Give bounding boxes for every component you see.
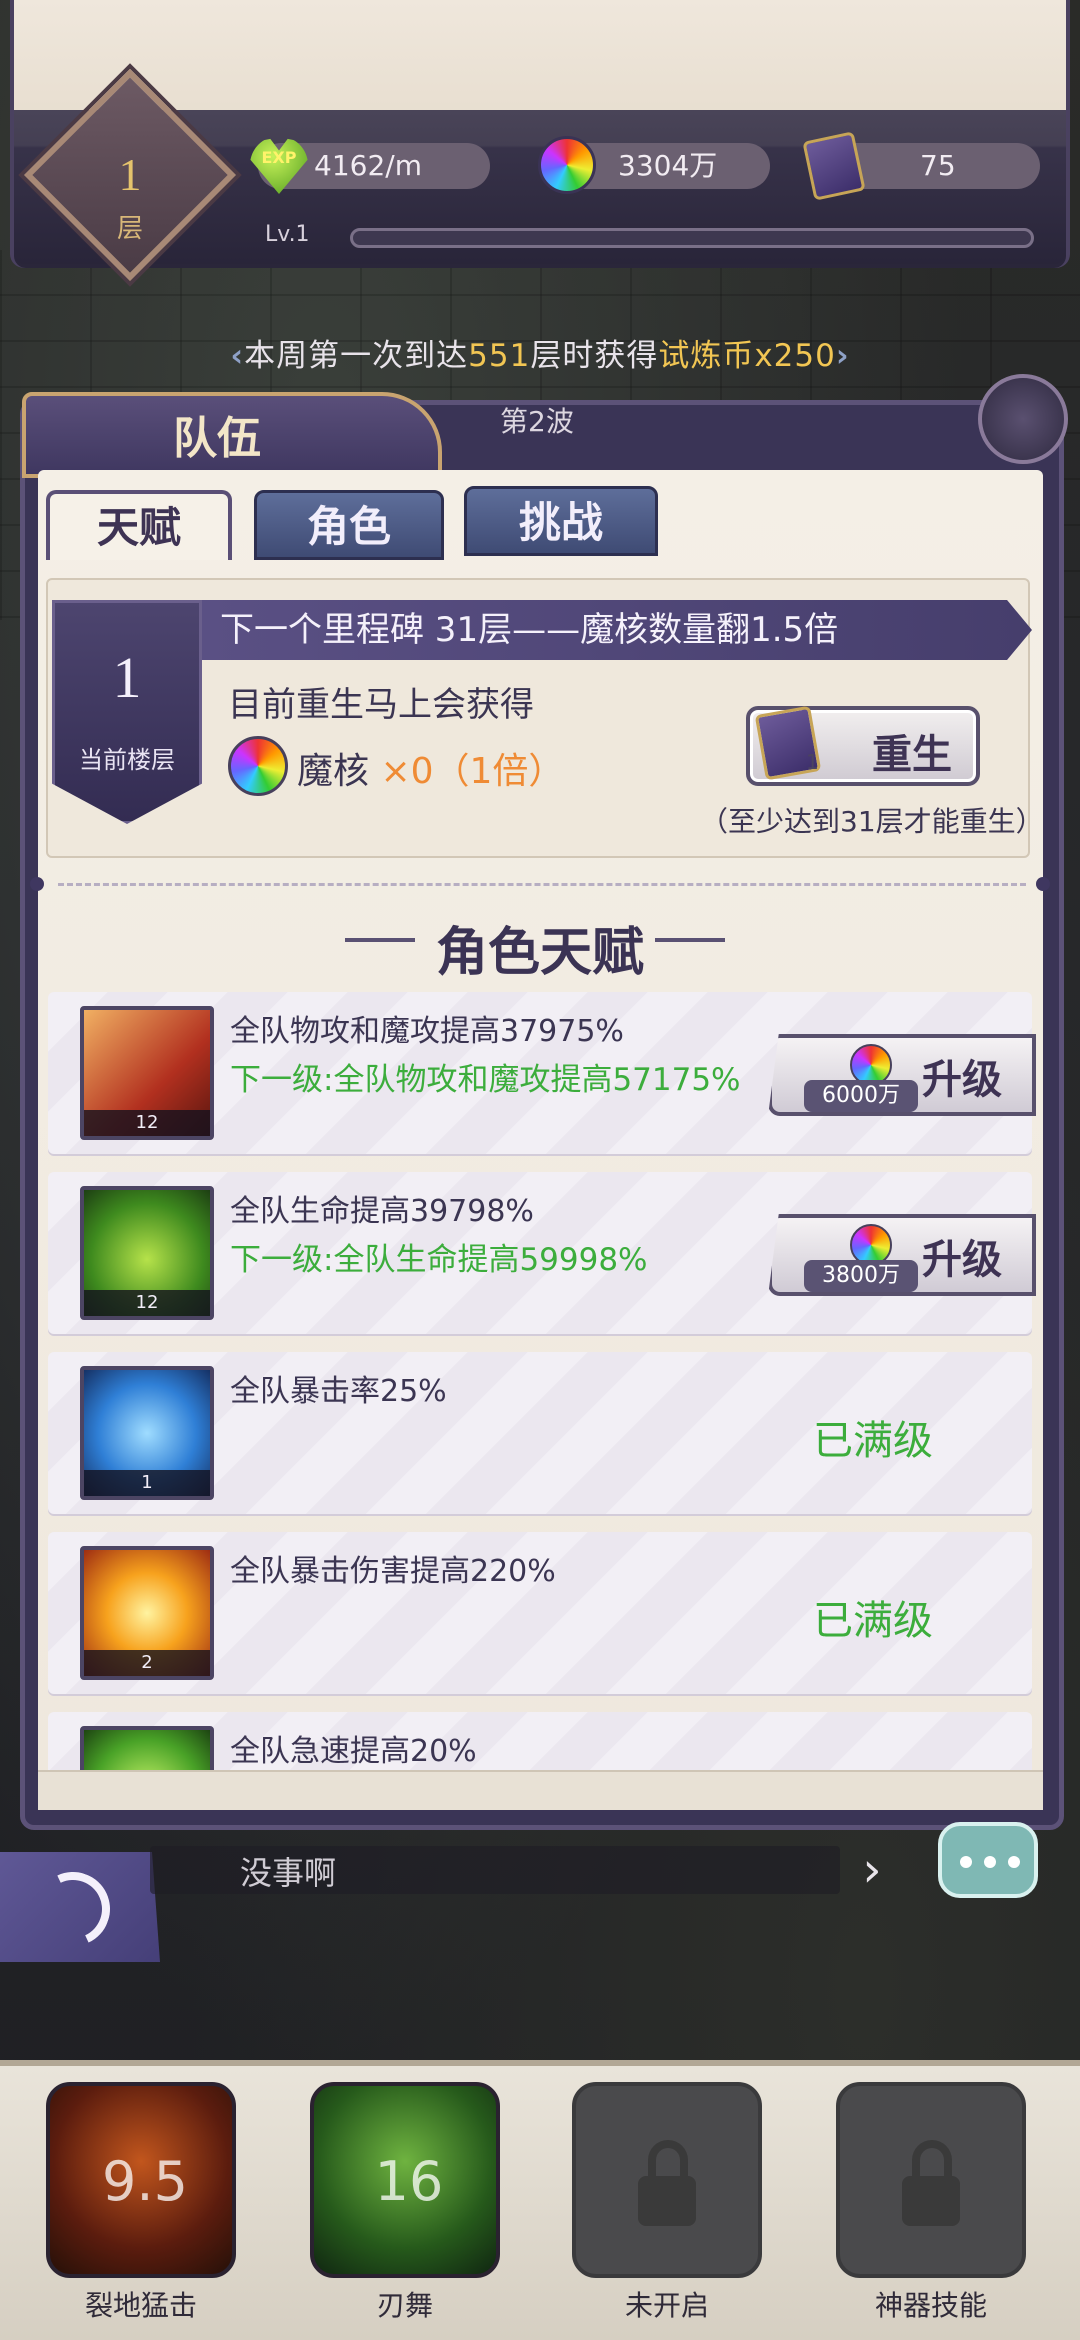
upgrade-label: 升级 (922, 1237, 1002, 1282)
divider-dot (1036, 877, 1050, 891)
core-gain-name: 魔核 (297, 751, 370, 792)
notice-floor: 551 (468, 338, 531, 374)
skill-cooldown: 9.5 (102, 2150, 188, 2213)
talent-row: 2 全队暴击伤害提高220% 已满级 (48, 1532, 1032, 1694)
lock-icon (638, 2176, 696, 2226)
current-floor-number: 1 (112, 645, 142, 710)
tab-talent[interactable]: 天赋 (46, 490, 232, 560)
chevron-right-icon[interactable]: › (842, 1842, 902, 1898)
talent-section-title: 角色天赋 (435, 925, 644, 982)
talent-maxed-label: 已满级 (813, 1418, 933, 1464)
upgrade-label: 升级 (922, 1057, 1002, 1102)
talent-level: 1 (84, 1470, 210, 1496)
talent-row: 全队急速提高20% (48, 1712, 1032, 1770)
book-count-value: 75 (920, 149, 956, 182)
divider-dot (30, 877, 44, 891)
rebirth-gain-title: 目前重生马上会获得 (228, 685, 534, 725)
talent-maxed-label: 已满级 (813, 1598, 933, 1644)
talent-description: 全队生命提高39798% (230, 1194, 534, 1229)
level-progress-bar (350, 228, 1034, 248)
magic-core-value: 3304万 (618, 149, 718, 182)
current-floor-label: 当前楼层 (79, 746, 175, 774)
magic-core-icon (538, 136, 596, 194)
talent-next-level: 下一级:全队物攻和魔攻提高57175% (230, 1062, 741, 1098)
lock-icon (912, 2140, 952, 2180)
bracket-left-icon: ‹ (230, 338, 245, 374)
notice-prefix: 本周第一次到达 (244, 338, 469, 374)
talent-row: 12 全队生命提高39798% 下一级:全队生命提高59998% 3800万 升… (48, 1172, 1036, 1334)
rebirth-button-label: 重生 (872, 732, 952, 777)
upgrade-cost: 3800万 (804, 1260, 918, 1292)
talent-level: 2 (84, 1650, 210, 1676)
lock-icon (902, 2176, 960, 2226)
skill-label: 神器技能 (874, 2289, 987, 2322)
skill-label: 刃舞 (376, 2289, 433, 2322)
rebirth-requirement: （至少达到31层才能重生） (700, 805, 1044, 838)
rebirth-book-count: 1 (806, 750, 819, 774)
floor-unit: 层 (116, 214, 143, 244)
tab-character[interactable]: 角色 (254, 490, 444, 560)
talent-level: 12 (84, 1110, 210, 1136)
core-gain-text: 魔核 ×0（1倍） (297, 742, 564, 794)
talent-description: 全队暴击率25% (230, 1374, 447, 1409)
upgrade-cost: 6000万 (804, 1080, 918, 1112)
magic-core-icon (228, 736, 288, 796)
talent-level: 12 (84, 1290, 210, 1316)
exp-badge-text: EXP (261, 148, 297, 167)
chat-bubble-icon[interactable] (938, 1822, 1038, 1898)
notice-reward: 试炼币x250 (658, 338, 836, 374)
wave-label: 第2波 (500, 405, 574, 438)
talent-description: 全队暴击伤害提高220% (230, 1554, 556, 1589)
talent-next-level: 下一级:全队生命提高59998% (230, 1242, 648, 1278)
chat-message: 没事啊 (240, 1854, 337, 1892)
talent-description: 全队急速提高20% (230, 1734, 477, 1769)
talent-row: 1 全队暴击率25% 已满级 (48, 1352, 1032, 1514)
core-gain-amount: ×0（1倍） (369, 751, 565, 792)
current-floor-badge (52, 600, 202, 824)
haste-icon (80, 1726, 214, 1770)
title-ornament-right (655, 938, 725, 942)
floor-number: 1 (118, 149, 142, 200)
skill-label: 裂地猛击 (84, 2289, 197, 2322)
skill-label: 未开启 (624, 2289, 709, 2322)
weekly-notice: ‹本周第一次到达551层时获得试炼币x250› (0, 330, 1080, 375)
milestone-banner: 下一个里程碑 31层——魔核数量翻1.5倍 (200, 600, 1032, 660)
talent-description: 全队物攻和魔攻提高37975% (230, 1014, 624, 1049)
quill-icon[interactable] (978, 374, 1068, 464)
paper-bottom-edge (38, 1770, 1043, 1810)
talent-row-clipped: 全队急速提高20% (48, 1712, 1032, 1770)
talent-row: 12 全队物攻和魔攻提高37975% 下一级:全队物攻和魔攻提高57175% 6… (48, 992, 1036, 1154)
level-label: Lv.1 (265, 222, 310, 247)
skill-cooldown: 16 (374, 2150, 444, 2213)
notice-middle: 层时获得 (530, 338, 659, 374)
tab-challenge[interactable]: 挑战 (464, 486, 658, 556)
bracket-right-icon: › (835, 338, 850, 374)
team-title: 队伍 (173, 414, 261, 463)
exp-rate-value: 4162/m (314, 149, 422, 182)
section-divider (58, 883, 1026, 886)
lock-icon (648, 2140, 688, 2180)
